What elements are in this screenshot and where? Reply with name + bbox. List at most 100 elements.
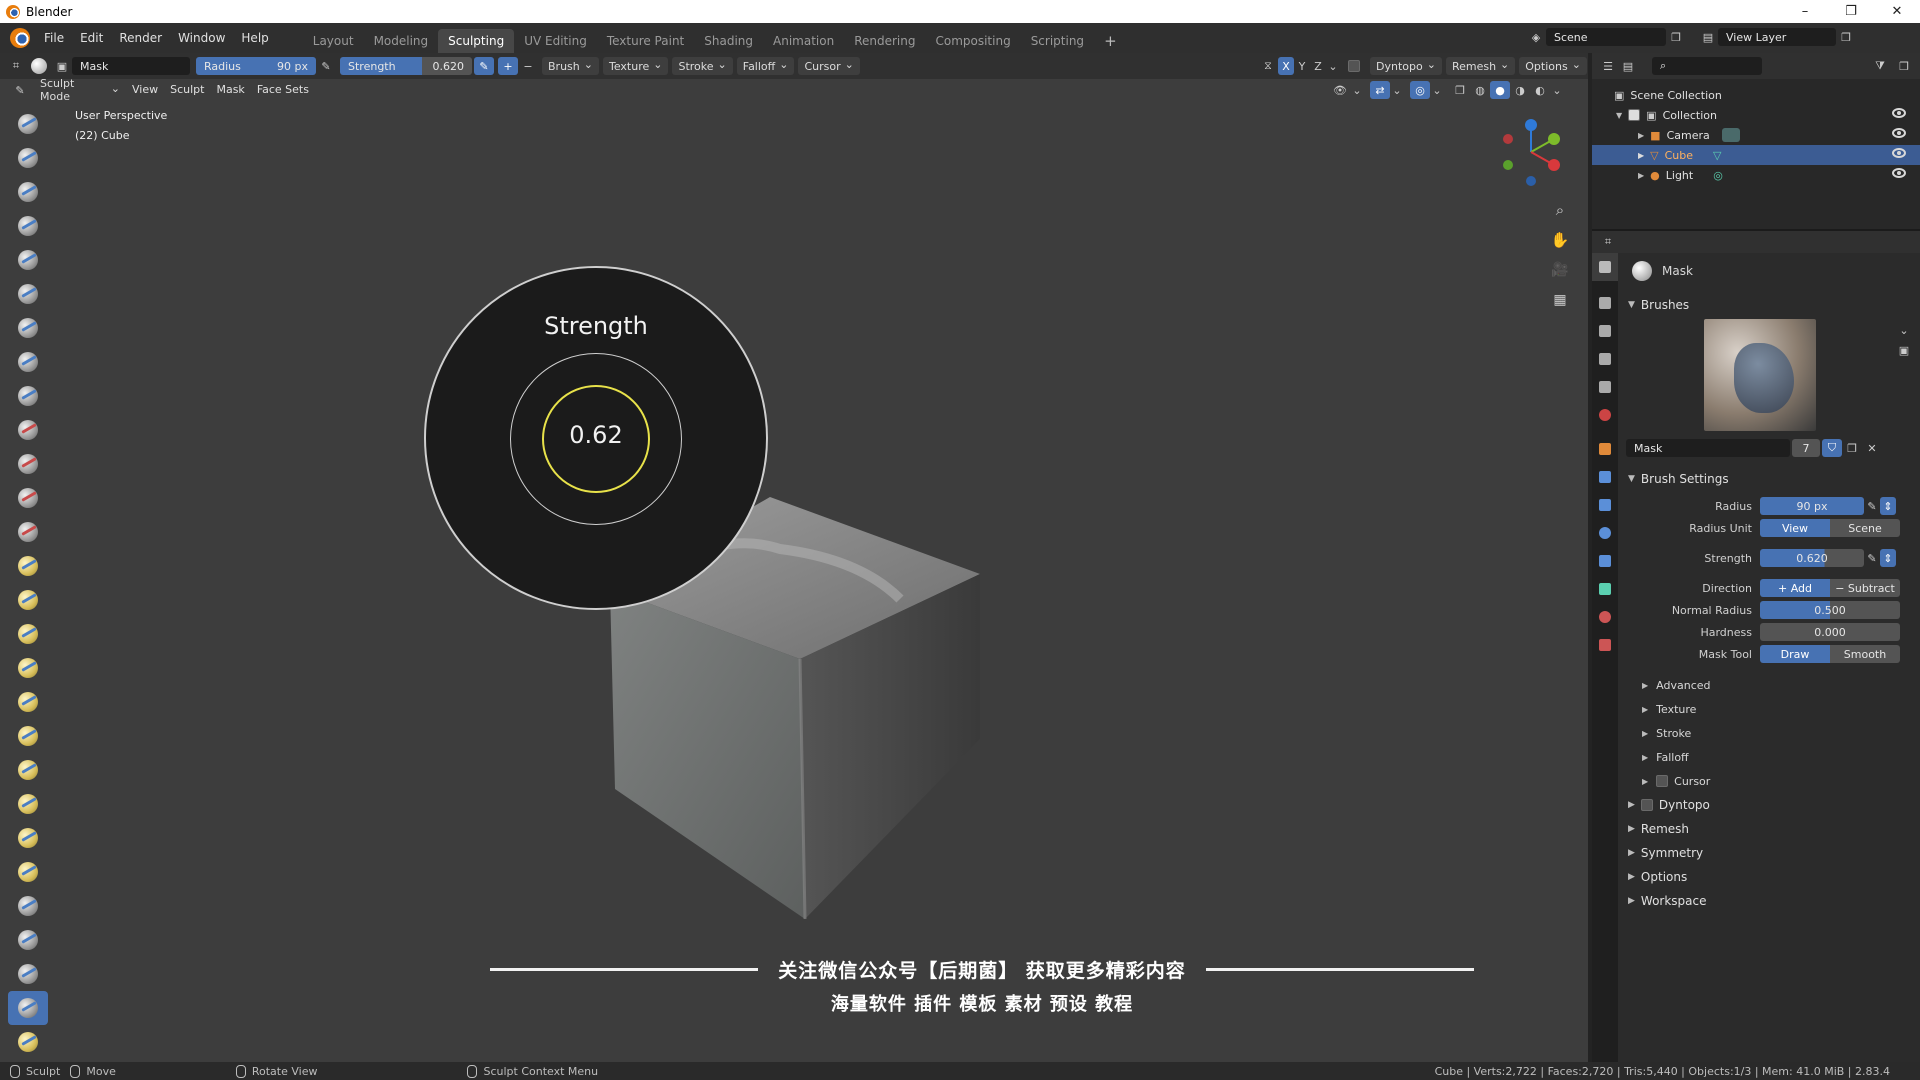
tab-animation[interactable]: Animation — [763, 29, 844, 53]
shading-solid-icon[interactable]: ● — [1490, 81, 1510, 99]
tool-mask[interactable] — [8, 991, 48, 1025]
menu-mask[interactable]: Mask — [210, 80, 250, 100]
tool-blob[interactable] — [8, 345, 48, 379]
direction-subtract-button[interactable]: − — [518, 57, 538, 75]
tab-sculpting[interactable]: Sculpting — [438, 29, 515, 53]
outliner-item-light[interactable]: ▶ ● Light ◎ — [1592, 165, 1920, 185]
outliner-collection[interactable]: ▼ ▣ Collection — [1592, 105, 1920, 125]
brush-datablock-field[interactable]: Mask — [1626, 439, 1790, 457]
strength-pressure-icon[interactable]: ✎ — [474, 57, 494, 75]
close-button[interactable]: ✕ — [1874, 0, 1920, 23]
menu-help[interactable]: Help — [233, 23, 276, 53]
texture-menu[interactable]: Texture — [602, 57, 669, 75]
tab-output[interactable] — [1592, 317, 1618, 345]
normal-radius-field[interactable]: 0.500 — [1760, 601, 1900, 619]
new-view-layer-icon[interactable]: ❐ — [1836, 28, 1856, 46]
menu-window[interactable]: Window — [170, 23, 233, 53]
panel-workspace[interactable]: ▶ Workspace — [1618, 889, 1920, 913]
falloff-menu[interactable]: Falloff — [736, 57, 795, 75]
panel-options[interactable]: ▶ Options — [1618, 865, 1920, 889]
brush-settings-section-header[interactable]: ▼ Brush Settings — [1618, 467, 1920, 491]
menu-render[interactable]: Render — [111, 23, 170, 53]
tab-render[interactable] — [1592, 289, 1618, 317]
tab-particles[interactable] — [1592, 491, 1618, 519]
camera-view-icon[interactable]: 🎥 — [1550, 255, 1570, 285]
brushes-section-header[interactable]: ▼ Brushes — [1618, 293, 1920, 317]
add-workspace-button[interactable]: + — [1094, 29, 1127, 53]
outliner-search-input[interactable]: ⌕ — [1652, 57, 1762, 75]
tool-cloth[interactable] — [8, 923, 48, 957]
tab-constraints[interactable] — [1592, 547, 1618, 575]
tool-slide-relax[interactable] — [8, 855, 48, 889]
outliner-display-mode-icon[interactable]: ▤ — [1618, 57, 1638, 75]
new-scene-icon[interactable]: ❐ — [1666, 28, 1686, 46]
maximize-button[interactable]: ❐ — [1828, 0, 1874, 23]
menu-sculpt[interactable]: Sculpt — [164, 80, 210, 100]
tool-pose[interactable] — [8, 753, 48, 787]
tool-smooth[interactable] — [8, 413, 48, 447]
cube-visibility-icon[interactable] — [1892, 148, 1906, 158]
tool-nudge[interactable] — [8, 787, 48, 821]
navigation-gizmo[interactable] — [1496, 117, 1566, 187]
collapse-arrow-icon[interactable]: ▼ — [1616, 111, 1622, 120]
menu-face-sets[interactable]: Face Sets — [251, 80, 315, 100]
radius-pressure-icon[interactable]: ✎ — [316, 57, 336, 75]
dyntopo-panel-checkbox[interactable] — [1640, 799, 1653, 811]
radius-unit-view[interactable]: View — [1760, 519, 1830, 537]
3d-viewport[interactable]: User Perspective (22) Cube ⌕ ✋ 🎥 ▦ Stren… — [0, 79, 1588, 1062]
hardness-field[interactable]: 0.000 — [1760, 623, 1900, 641]
light-data-icon[interactable]: ◎ — [1713, 169, 1723, 182]
radius-field[interactable]: 90 px — [1760, 497, 1864, 515]
tool-flatten[interactable] — [8, 447, 48, 481]
options-menu[interactable]: Options — [1519, 57, 1587, 75]
symmetry-dropdown-icon[interactable]: ⌄ — [1326, 57, 1340, 75]
tab-scene[interactable] — [1592, 373, 1618, 401]
radius-pressure-icon[interactable]: ✎ — [1864, 497, 1880, 515]
tool-fill[interactable] — [8, 481, 48, 515]
blender-menu-icon[interactable] — [10, 28, 30, 48]
properties-editor-type-icon[interactable]: ⌗ — [1598, 233, 1618, 251]
gizmo-dropdown-icon[interactable]: ⌄ — [1390, 81, 1404, 99]
direction-subtract[interactable]: − Subtract — [1830, 579, 1900, 597]
unlink-brush-icon[interactable]: ✕ — [1862, 439, 1882, 457]
pan-hand-icon[interactable]: ✋ — [1550, 225, 1570, 255]
subsection-cursor[interactable]: ▶ Cursor — [1618, 769, 1920, 793]
tool-clay[interactable] — [8, 175, 48, 209]
tool-multiplane-scrape[interactable] — [8, 549, 48, 583]
mask-tool-draw[interactable]: Draw — [1760, 645, 1830, 663]
tool-scrape[interactable] — [8, 515, 48, 549]
cursor-checkbox[interactable] — [1656, 775, 1669, 787]
subsection-falloff[interactable]: ▶ Falloff — [1618, 745, 1920, 769]
view-layer-icon[interactable]: ▤ — [1698, 28, 1718, 46]
radius-slider[interactable]: Radius 90 px — [196, 57, 316, 75]
fake-user-shield-icon[interactable]: ⛉ — [1822, 439, 1842, 457]
outliner-scene-collection[interactable]: ▣ Scene Collection — [1592, 85, 1920, 105]
expand-arrow-icon[interactable]: ▶ — [1638, 151, 1644, 160]
menu-file[interactable]: File — [36, 23, 72, 53]
tool-clay-strips[interactable] — [8, 209, 48, 243]
strength-slider[interactable]: Strength 0.620 — [340, 57, 472, 75]
symmetry-y-toggle[interactable]: Y — [1294, 57, 1310, 75]
tab-tool[interactable] — [1592, 253, 1618, 281]
zoom-icon[interactable]: ⌕ — [1550, 195, 1570, 225]
radius-unit-scene[interactable]: Scene — [1830, 519, 1900, 537]
editor-type-icon[interactable]: ⌗ — [6, 57, 26, 75]
shading-dropdown-icon[interactable]: ⌄ — [1550, 81, 1564, 99]
filter-icon[interactable]: ⧩ — [1870, 57, 1890, 75]
strength-pressure-icon[interactable]: ✎ — [1864, 549, 1880, 567]
brush-name-field[interactable]: Mask — [72, 57, 190, 75]
brush-preview-icon[interactable] — [26, 57, 52, 75]
tab-world[interactable] — [1592, 401, 1618, 429]
symmetry-icon[interactable]: ⧖ — [1258, 57, 1278, 75]
minimize-button[interactable]: – — [1782, 0, 1828, 23]
strength-lock-icon[interactable]: ⇕ — [1880, 549, 1896, 567]
tab-rendering[interactable]: Rendering — [844, 29, 925, 53]
shading-material-icon[interactable]: ◑ — [1510, 81, 1530, 99]
tool-box-mask[interactable] — [8, 1025, 48, 1059]
tab-compositing[interactable]: Compositing — [925, 29, 1020, 53]
tool-inflate[interactable] — [8, 311, 48, 345]
brush-browse-icon[interactable]: ▣ — [52, 57, 72, 75]
brush-thumbnail[interactable] — [1704, 319, 1816, 431]
brush-list-dropdown-icon[interactable]: ⌄ — [1894, 321, 1914, 339]
expand-arrow-icon[interactable]: ▶ — [1638, 131, 1644, 140]
